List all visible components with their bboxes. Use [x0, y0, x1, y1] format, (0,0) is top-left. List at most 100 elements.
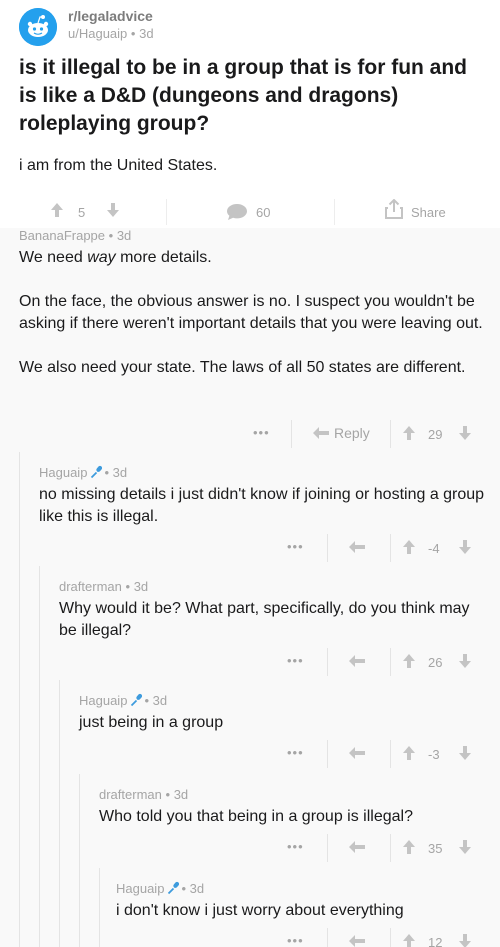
arrow-up-icon — [403, 654, 415, 668]
post-age: 3d — [139, 26, 154, 41]
divider — [390, 534, 391, 562]
reply-arrow-icon — [313, 427, 329, 439]
comment-age: 3d — [133, 579, 149, 594]
comment-author[interactable]: drafterman — [59, 579, 122, 594]
arrow-down-icon — [459, 540, 471, 554]
upvote-button[interactable] — [402, 653, 416, 669]
upvote-button[interactable] — [402, 425, 416, 441]
post-downvote-button[interactable] — [106, 202, 120, 218]
comment-action-bar: ••• 26 — [0, 648, 500, 679]
subreddit-name[interactable]: r/legaladvice — [68, 8, 153, 24]
divider — [327, 928, 328, 947]
post-comment-count: 60 — [256, 205, 271, 220]
more-options-button[interactable]: ••• — [287, 539, 304, 554]
arrow-down-icon — [459, 746, 471, 760]
arrow-down-icon — [459, 654, 471, 668]
arrow-up-icon — [403, 934, 415, 947]
comment-score: 29 — [428, 427, 443, 442]
comment-author[interactable]: Haguaip — [79, 693, 127, 708]
meta-separator: • — [130, 26, 136, 41]
comment-body: Who told you that being in a group is il… — [99, 808, 413, 825]
divider — [390, 648, 391, 676]
reply-arrow-icon — [349, 747, 365, 759]
share-label[interactable]: Share — [411, 205, 446, 220]
arrow-down-icon — [459, 426, 471, 440]
comment-action-bar: ••• -4 — [0, 534, 500, 565]
comment-age: 3d — [116, 228, 132, 243]
comment-age: 3d — [152, 693, 168, 708]
post-meta: u/Haguaip • 3d — [68, 26, 154, 41]
divider — [327, 534, 328, 562]
subreddit-avatar[interactable] — [19, 8, 57, 46]
downvote-button[interactable] — [458, 839, 472, 855]
reddit-snoo-icon — [19, 8, 57, 46]
reply-button[interactable] — [348, 934, 366, 947]
downvote-button[interactable] — [458, 745, 472, 761]
upvote-button[interactable] — [402, 539, 416, 555]
comment-emphasis: way — [87, 249, 116, 266]
more-options-button[interactable]: ••• — [287, 653, 304, 668]
share-button[interactable] — [385, 199, 403, 219]
comment-paragraph: We also need your state. The laws of all… — [19, 359, 466, 376]
divider — [334, 199, 335, 225]
divider — [390, 740, 391, 768]
post-score: 5 — [78, 205, 86, 220]
divider — [390, 834, 391, 862]
more-options-button[interactable]: ••• — [287, 839, 304, 854]
comment-text: more details. — [115, 249, 212, 266]
arrow-down-icon — [459, 934, 471, 947]
divider — [327, 834, 328, 862]
reply-button[interactable] — [348, 746, 366, 760]
reply-label[interactable]: Reply — [334, 425, 370, 441]
more-options-button[interactable]: ••• — [287, 933, 304, 947]
arrow-down-icon — [459, 840, 471, 854]
comment-score: 26 — [428, 655, 443, 670]
post-title: is it illegal to be in a group that is f… — [19, 56, 468, 135]
comments-button[interactable] — [226, 203, 248, 221]
downvote-button[interactable] — [458, 539, 472, 555]
reply-arrow-icon — [349, 935, 365, 947]
arrow-up-icon — [403, 746, 415, 760]
reply-button[interactable] — [348, 654, 366, 668]
comment-body: i don't know i just worry about everythi… — [116, 902, 404, 919]
comment-score: -4 — [428, 541, 440, 556]
reply-arrow-icon — [349, 841, 365, 853]
post-author[interactable]: u/Haguaip — [68, 26, 127, 41]
divider — [390, 420, 391, 448]
downvote-button[interactable] — [458, 425, 472, 441]
post-action-bar: 5 60 Share — [0, 196, 500, 228]
microphone-icon — [90, 465, 103, 479]
comment-author[interactable]: Haguaip — [116, 881, 164, 896]
comment-meta: BananaFrappe • 3d — [19, 228, 131, 243]
post-body: i am from the United States. — [19, 157, 218, 174]
comment-score: -3 — [428, 747, 440, 762]
comment-meta: Haguaip • 3d — [79, 693, 167, 708]
post-upvote-button[interactable] — [50, 202, 64, 218]
comment-age: 3d — [112, 465, 128, 480]
comment-paragraph: On the face, the obvious answer is no. I… — [19, 293, 483, 332]
comment-body: Why would it be? What part, specifically… — [59, 600, 470, 639]
upvote-button[interactable] — [402, 839, 416, 855]
comment-author[interactable]: Haguaip — [39, 465, 87, 480]
downvote-button[interactable] — [458, 653, 472, 669]
reply-arrow-icon — [349, 541, 365, 553]
divider — [390, 928, 391, 947]
downvote-button[interactable] — [458, 933, 472, 947]
more-options-button[interactable]: ••• — [287, 745, 304, 760]
comment-score: 35 — [428, 841, 443, 856]
microphone-icon — [130, 693, 143, 707]
upvote-button[interactable] — [402, 933, 416, 947]
meta-separator: • — [125, 579, 131, 594]
arrow-down-icon — [107, 203, 119, 217]
comment-action-bar: ••• 12 — [0, 928, 500, 947]
comment-author[interactable]: BananaFrappe — [19, 228, 105, 243]
reply-button[interactable] — [348, 540, 366, 554]
more-options-button[interactable]: ••• — [253, 425, 270, 440]
divider — [291, 420, 292, 448]
upvote-button[interactable] — [402, 745, 416, 761]
comment-author[interactable]: drafterman — [99, 787, 162, 802]
reply-button[interactable] — [312, 426, 330, 440]
comment-text: We need — [19, 249, 88, 266]
comment-body: just being in a group — [79, 714, 224, 731]
reply-button[interactable] — [348, 840, 366, 854]
